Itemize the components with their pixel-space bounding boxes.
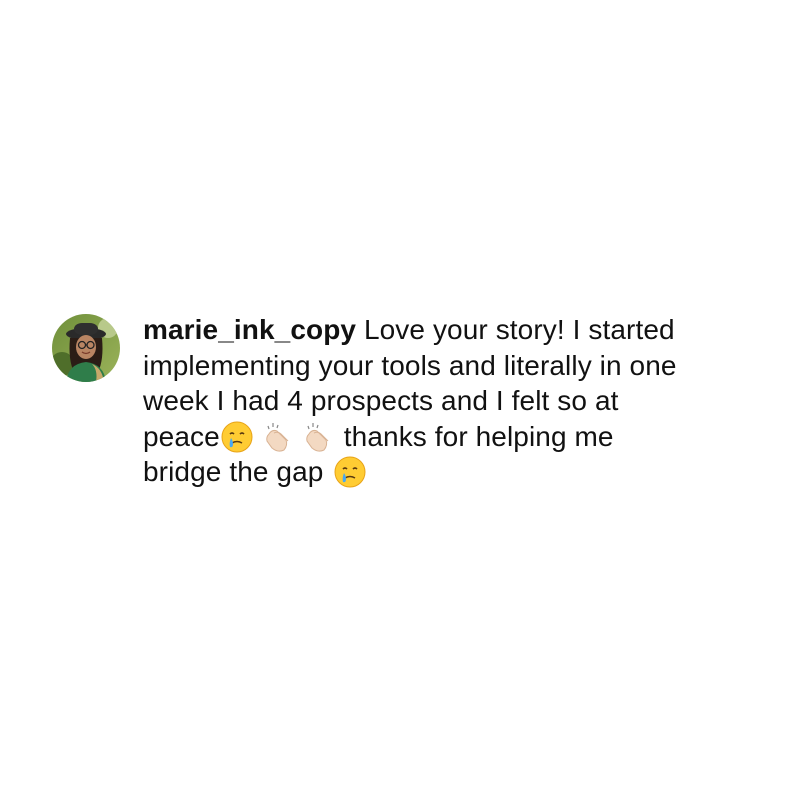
comment-text-segment: implementing your tools and literally in…: [143, 349, 677, 381]
comment-line-2: implementing your tools and literally in…: [143, 348, 763, 384]
smiling-face-with-tear-icon: [333, 455, 367, 489]
comment-line-5: bridge the gap: [143, 454, 763, 490]
comment-line-1: marie_ink_copy Love your story! I starte…: [143, 312, 763, 348]
avatar[interactable]: [52, 314, 120, 382]
avatar-photo: [52, 314, 120, 382]
comment-text-segment: thanks for helping me: [343, 420, 614, 452]
comment-text-segment: peace: [143, 420, 220, 452]
username-link[interactable]: marie_ink_copy: [143, 314, 356, 345]
clapping-hands-light-skin-icon: [260, 420, 294, 454]
comment-row: marie_ink_copy Love your story! I starte…: [52, 312, 772, 490]
comment-text-segment: Love your story! I started: [356, 314, 675, 345]
clapping-hands-light-skin-icon: [300, 420, 334, 454]
smiling-face-with-tear-icon: [220, 420, 254, 454]
comment-line-3: week I had 4 prospects and I felt so at: [143, 383, 763, 419]
comment-text: marie_ink_copy Love your story! I starte…: [143, 312, 763, 490]
comment-text-segment: bridge the gap: [143, 456, 324, 487]
comment-line-4: peace thanks for helping me: [143, 419, 763, 455]
comment-text-segment: week I had 4 prospects and I felt so at: [143, 385, 619, 416]
